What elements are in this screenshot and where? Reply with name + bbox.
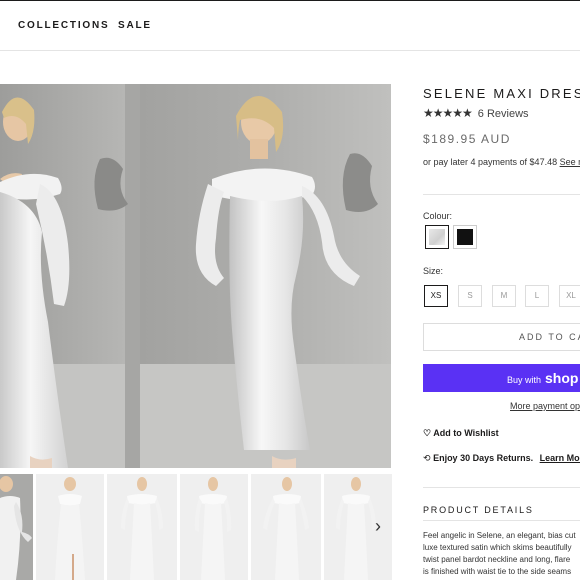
reviews-count[interactable]: 6 Reviews xyxy=(478,108,529,120)
size-option-xs[interactable]: XS xyxy=(424,285,448,307)
size-option-m[interactable]: M xyxy=(492,285,516,307)
refresh-icon: ⟲ xyxy=(423,453,431,463)
thumbnail[interactable] xyxy=(107,474,177,580)
colour-swatch-white[interactable] xyxy=(425,225,449,249)
afterpay-info: or pay later 4 payments of $47.48 See mo xyxy=(423,157,580,167)
thumbnail[interactable] xyxy=(251,474,321,580)
colour-swatch-black[interactable] xyxy=(453,225,477,249)
rating[interactable]: ★★★★★ 6 Reviews xyxy=(423,106,529,120)
divider xyxy=(423,194,580,195)
colour-label: Colour: xyxy=(423,211,453,221)
top-nav: COLLECTIONS SALE xyxy=(0,1,580,51)
size-label: Size: xyxy=(423,266,444,276)
returns-info: ⟲ Enjoy 30 Days Returns. Learn More xyxy=(423,453,580,464)
more-payment-options-link[interactable]: More payment opti xyxy=(510,401,580,411)
add-to-wishlist-button[interactable]: ♡ Add to Wishlist xyxy=(423,428,499,439)
product-details-heading[interactable]: PRODUCT DETAILS xyxy=(423,505,534,515)
thumbnail-strip: › xyxy=(0,474,392,580)
afterpay-see-more-link[interactable]: See mo xyxy=(560,157,580,167)
thumbnail[interactable] xyxy=(36,474,104,580)
size-option-l[interactable]: L xyxy=(525,285,549,307)
size-option-xl[interactable]: XL xyxy=(559,285,580,307)
product-title: SELENE MAXI DRESS xyxy=(423,86,580,101)
nav-collections[interactable]: COLLECTIONS xyxy=(18,20,109,31)
thumbnail[interactable] xyxy=(0,474,33,580)
heart-icon: ♡ xyxy=(423,428,432,438)
thumbnail[interactable] xyxy=(180,474,248,580)
chevron-right-icon[interactable]: › xyxy=(368,514,388,538)
learn-more-link[interactable]: Learn More xyxy=(540,453,580,463)
divider xyxy=(423,487,580,488)
product-description: Feel angelic in Selene, an elegant, bias… xyxy=(423,531,576,576)
divider xyxy=(423,520,580,521)
add-to-cart-button[interactable]: ADD TO CART xyxy=(423,323,580,351)
product-image-1[interactable] xyxy=(0,84,140,468)
nav-sale[interactable]: SALE xyxy=(118,20,152,31)
shop-pay-button[interactable]: Buy with shop xyxy=(423,364,580,392)
size-option-s[interactable]: S xyxy=(458,285,482,307)
product-image-2[interactable] xyxy=(140,84,391,468)
star-icon: ★★★★★ xyxy=(423,106,473,120)
price: $189.95 AUD xyxy=(423,132,511,146)
